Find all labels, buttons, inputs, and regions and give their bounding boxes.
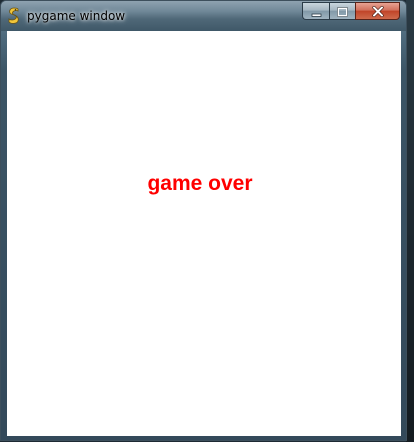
minimize-button[interactable]: [302, 2, 329, 20]
close-icon: [371, 2, 384, 21]
title-bar[interactable]: pygame window: [1, 1, 406, 31]
game-canvas[interactable]: game over: [7, 31, 401, 436]
maximize-button[interactable]: [329, 2, 355, 20]
window-title: pygame window: [27, 9, 126, 23]
close-button[interactable]: [355, 2, 400, 20]
window-controls: [302, 2, 400, 21]
game-over-text: game over: [147, 172, 253, 195]
pygame-window: pygame window game over: [0, 0, 407, 441]
pygame-snake-icon: [6, 7, 22, 25]
minimize-icon: [311, 2, 322, 21]
maximize-icon: [337, 2, 348, 21]
desktop-background: [406, 0, 414, 442]
